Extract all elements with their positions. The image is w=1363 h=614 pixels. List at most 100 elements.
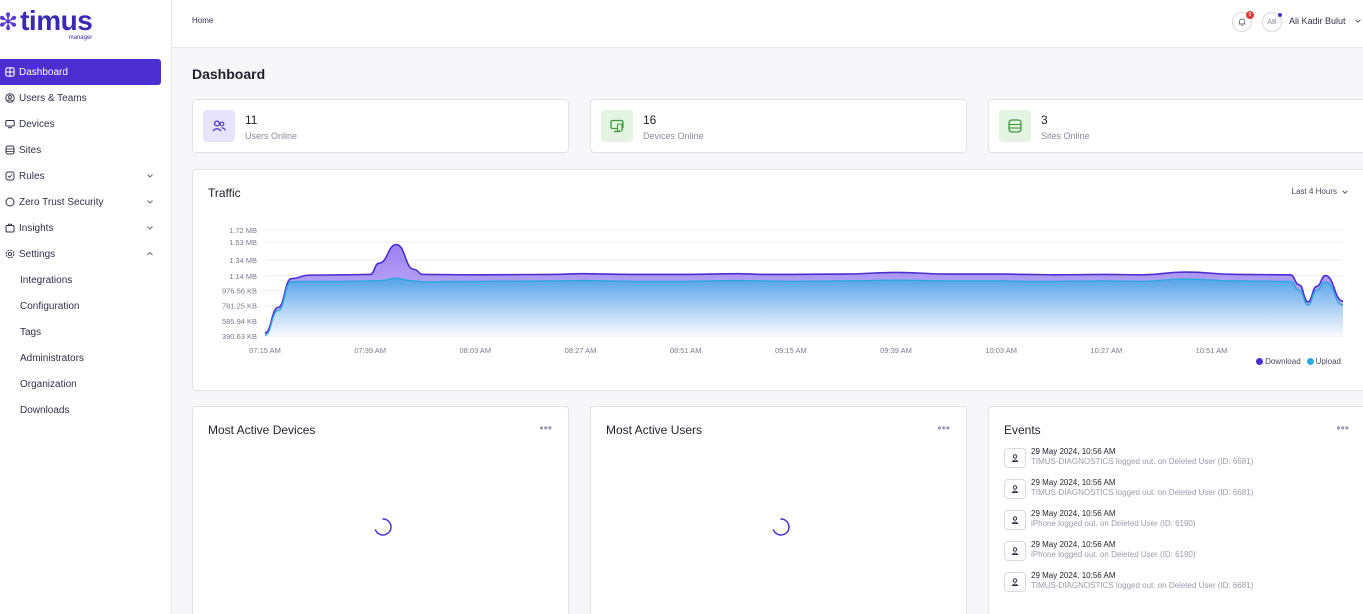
stat-label: Sites Online	[1041, 131, 1090, 141]
sidebar-item-settings[interactable]: Settings	[0, 241, 161, 267]
chart-legend: Download Upload	[1256, 357, 1341, 366]
x-tick-label: 10:03 AM	[985, 346, 1017, 355]
user-icon	[1004, 510, 1026, 530]
card-title: Most Active Devices	[208, 423, 316, 437]
sidebar-item-zero-trust[interactable]: Zero Trust Security	[0, 189, 161, 215]
x-tick-label: 08:51 AM	[670, 346, 702, 355]
x-tick-label: 07:15 AM	[249, 346, 281, 355]
sidebar-item-insights[interactable]: Insights	[0, 215, 161, 241]
user-icon	[1004, 541, 1026, 561]
chevron-up-icon	[147, 251, 153, 256]
sidebar-item-label: Users & Teams	[19, 92, 87, 104]
sidebar-item-rules[interactable]: Rules	[0, 163, 161, 189]
sidebar-item-label: Devices	[19, 118, 55, 130]
more-options-icon[interactable]: •••	[937, 422, 950, 434]
event-description: TIMUS-DIAGNOSTICS logged out. on Deleted…	[1031, 581, 1254, 590]
x-tick-label: 09:15 AM	[775, 346, 807, 355]
y-tick-label: 390.63 KB	[222, 332, 257, 341]
event-item[interactable]: 29 May 2024, 10:56 AM TIMUS-DIAGNOSTICS …	[1004, 476, 1363, 504]
event-description: iPhone logged out. on Deleted User (ID: …	[1031, 550, 1196, 559]
sidebar-subitem-downloads[interactable]: Downloads	[0, 397, 161, 423]
sidebar-item-label: Settings	[19, 248, 56, 260]
breadcrumb[interactable]: Home	[192, 16, 213, 25]
sidebar-subitem-administrators[interactable]: Administrators	[0, 345, 161, 371]
most-active-devices-card: Most Active Devices •••	[192, 406, 569, 614]
devices-icon	[5, 119, 15, 129]
brand-logo[interactable]: ✻ timus manager	[0, 7, 93, 42]
x-tick-label: 08:27 AM	[565, 346, 597, 355]
user-icon	[1004, 448, 1026, 468]
traffic-card: Traffic Last 4 Hours 390.63 KB 585.94 KB 7…	[192, 169, 1363, 391]
sidebar-item-label: Dashboard	[19, 66, 68, 78]
event-description: TIMUS-DIAGNOSTICS logged out. on Deleted…	[1031, 457, 1254, 466]
y-tick-label: 976.56 KB	[222, 287, 257, 296]
users-icon	[5, 93, 15, 103]
loading-spinner-icon	[374, 518, 392, 536]
legend-item-download[interactable]: Download	[1256, 357, 1301, 366]
y-tick-label: 1.72 MB	[229, 226, 257, 235]
event-time: 29 May 2024, 10:56 AM	[1031, 478, 1116, 487]
timus-logo-icon: ✻	[0, 9, 19, 36]
stat-value: 16	[643, 113, 657, 127]
event-item[interactable]: 29 May 2024, 10:56 AM iPhone logged out.…	[1004, 507, 1363, 535]
sidebar-item-devices[interactable]: Devices	[0, 111, 161, 137]
sites-icon	[999, 110, 1031, 142]
event-item[interactable]: 29 May 2024, 10:56 AM TIMUS-DIAGNOSTICS …	[1004, 569, 1363, 597]
legend-label: Upload	[1315, 357, 1341, 366]
y-tick-label: 781.25 KB	[222, 302, 257, 311]
sidebar-subitem-tags[interactable]: Tags	[0, 319, 161, 345]
event-time: 29 May 2024, 10:56 AM	[1031, 509, 1116, 518]
chevron-down-icon[interactable]	[1354, 17, 1362, 25]
stat-card-sites[interactable]: 3 Sites Online	[988, 99, 1363, 153]
legend-item-upload[interactable]: Upload	[1306, 357, 1341, 366]
event-item[interactable]: 29 May 2024, 10:56 AM iPhone logged out.…	[1004, 538, 1363, 566]
more-options-icon[interactable]: •••	[1336, 422, 1349, 434]
users-icon	[203, 110, 235, 142]
sidebar-item-dashboard[interactable]: Dashboard	[0, 59, 161, 85]
status-dot	[1278, 13, 1282, 17]
sidebar-item-users-teams[interactable]: Users & Teams	[0, 85, 161, 111]
events-card: Events ••• 29 May 2024, 10:56 AM TIMUS-D…	[988, 406, 1363, 614]
upload-dot-icon	[1306, 358, 1314, 365]
rules-icon	[5, 171, 15, 181]
stat-card-users[interactable]: 11 Users Online	[192, 99, 569, 153]
stat-value: 3	[1041, 113, 1048, 127]
legend-label: Download	[1265, 357, 1301, 366]
x-tick-label: 08:03 AM	[459, 346, 491, 355]
most-active-users-card: Most Active Users •••	[590, 406, 967, 614]
sidebar-item-sites[interactable]: Sites	[0, 137, 161, 163]
page-title: Dashboard	[192, 66, 266, 82]
y-tick-label: 585.94 KB	[222, 317, 257, 326]
sidebar-subitem-organization[interactable]: Organization	[0, 371, 161, 397]
loading-spinner-icon	[772, 518, 790, 536]
traffic-chart[interactable]: 390.63 KB 585.94 KB 781.25 KB 976.56 KB 1.14…	[193, 170, 1363, 392]
more-options-icon[interactable]: •••	[539, 422, 552, 434]
settings-icon	[5, 249, 15, 259]
sidebar-subitem-integrations[interactable]: Integrations	[0, 267, 161, 293]
stat-card-devices[interactable]: 16 Devices Online	[590, 99, 967, 153]
event-description: iPhone logged out. on Deleted User (ID: …	[1031, 519, 1196, 528]
dashboard-icon	[5, 67, 15, 77]
chevron-down-icon	[147, 200, 153, 204]
user-name[interactable]: Ali Kadir Bulut	[1289, 16, 1346, 26]
topbar: Home 0 AB Ali Kadir Bulut	[172, 0, 1363, 48]
sidebar-nav: Dashboard Users & Teams Devices Sites Ru…	[0, 59, 161, 423]
stat-label: Devices Online	[643, 131, 704, 141]
event-time: 29 May 2024, 10:56 AM	[1031, 571, 1116, 580]
chevron-down-icon	[147, 174, 153, 178]
insights-icon	[5, 223, 15, 233]
notification-count-badge: 0	[1246, 11, 1254, 19]
user-icon	[1004, 572, 1026, 592]
notifications-button[interactable]: 0	[1232, 11, 1254, 32]
event-time: 29 May 2024, 10:56 AM	[1031, 447, 1116, 456]
sidebar-subitem-configuration[interactable]: Configuration	[0, 293, 161, 319]
chevron-down-icon	[147, 226, 153, 230]
brand-sub: manager	[68, 35, 93, 41]
bell-icon	[1238, 18, 1246, 26]
y-tick-label: 1.34 MB	[229, 256, 257, 265]
sidebar-item-label: Rules	[19, 170, 45, 182]
avatar[interactable]: AB	[1262, 12, 1282, 32]
event-item[interactable]: 29 May 2024, 10:56 AM TIMUS-DIAGNOSTICS …	[1004, 445, 1363, 473]
user-icon	[1004, 479, 1026, 499]
event-description: TIMUS-DIAGNOSTICS logged out. on Deleted…	[1031, 488, 1254, 497]
